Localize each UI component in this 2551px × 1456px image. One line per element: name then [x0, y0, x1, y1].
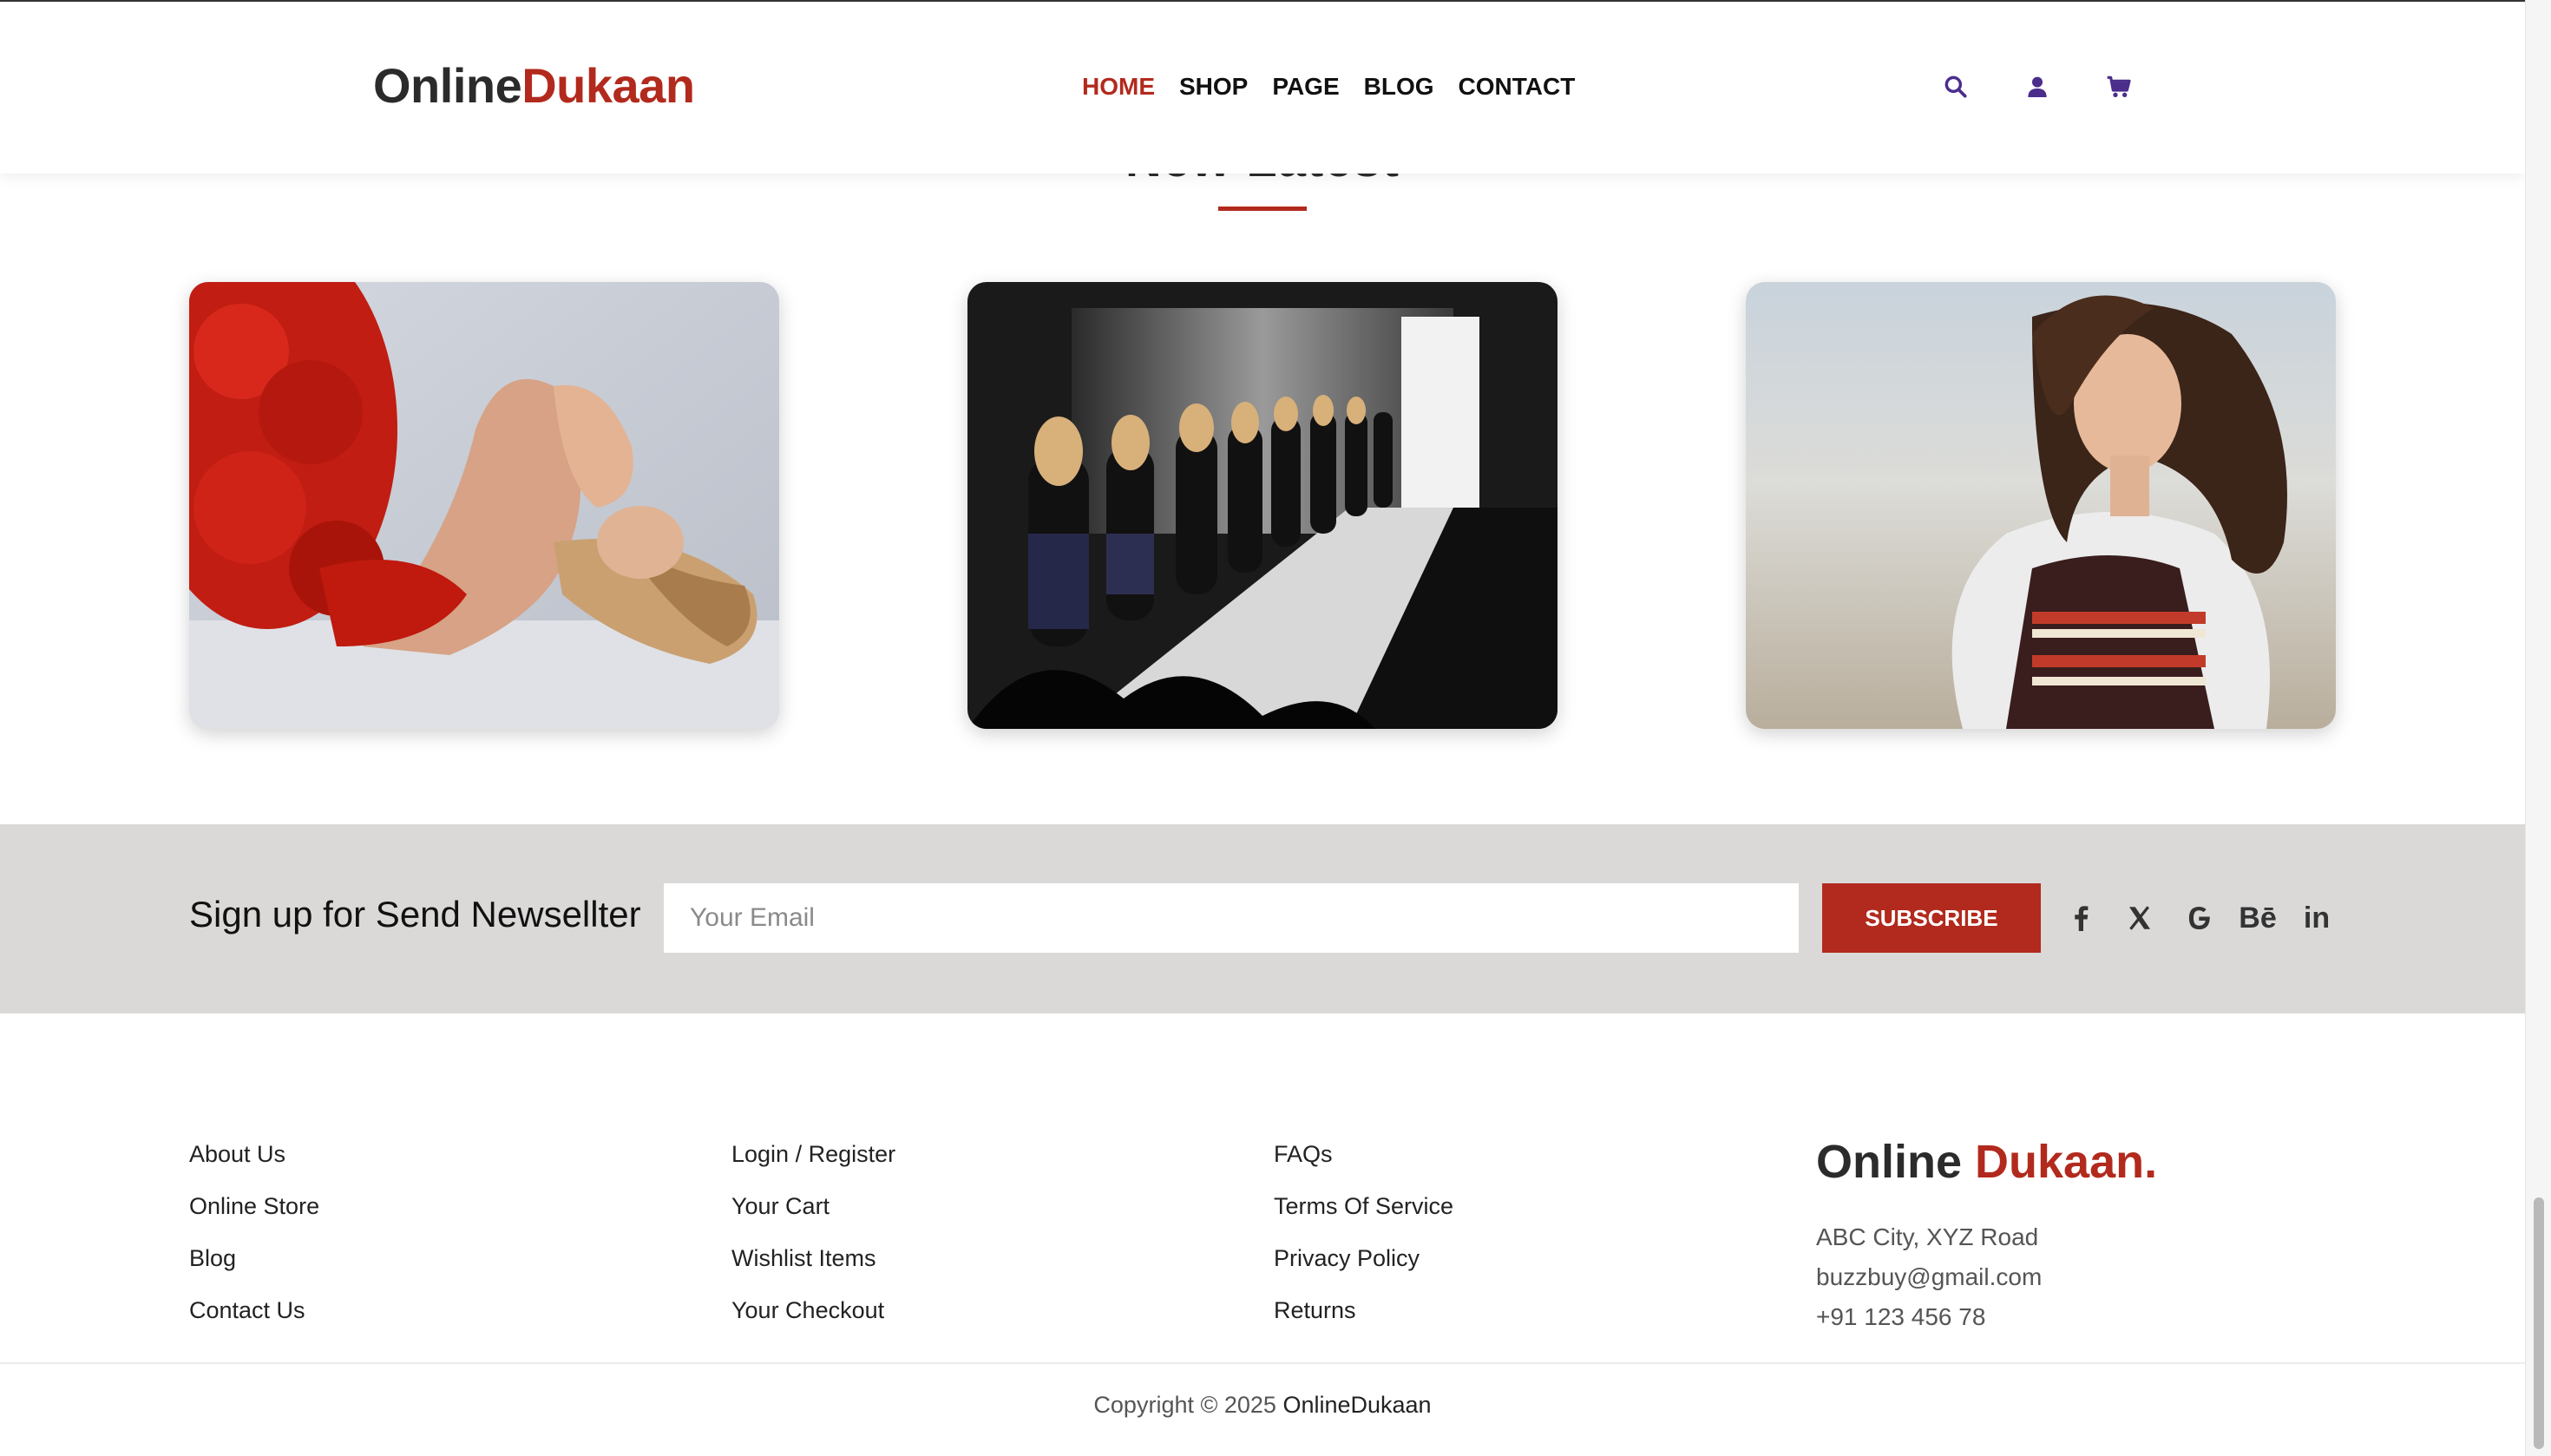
footer-link-checkout[interactable]: Your Checkout — [731, 1295, 895, 1347]
behance-icon[interactable]: Bē — [2239, 901, 2276, 935]
email-input[interactable] — [664, 883, 1799, 953]
newsletter-section: Sign up for Send Newsellter SUBSCRIBE Bē… — [0, 824, 2525, 1013]
site-logo[interactable]: OnlineDukaan — [373, 57, 695, 114]
scrollbar-thumb[interactable] — [2534, 1197, 2544, 1449]
footer-column-1: About Us Online Store Blog Contact Us — [189, 1138, 319, 1347]
footer-email: buzzbuy@gmail.com — [1816, 1263, 2043, 1290]
newsletter-title: Sign up for Send Newsellter — [189, 894, 641, 935]
footer-address: ABC City, XYZ Road — [1816, 1223, 2039, 1250]
nav-blog[interactable]: BLOG — [1364, 73, 1434, 101]
footer-logo[interactable]: Online Dukaan. — [1816, 1135, 2157, 1189]
footer-link-returns[interactable]: Returns — [1274, 1295, 1453, 1347]
logo-part-online: Online — [373, 58, 522, 113]
nav-shop[interactable]: SHOP — [1179, 73, 1248, 101]
x-icon[interactable] — [2122, 901, 2157, 935]
copyright: Copyright © 2025 OnlineDukaan — [0, 1392, 2525, 1419]
product-card-3[interactable] — [1746, 282, 2336, 729]
fashion-photo-beach-woman — [1746, 282, 2336, 729]
fashion-photo-runway — [967, 282, 1557, 729]
product-card-1[interactable] — [189, 282, 779, 729]
footer-link-wishlist[interactable]: Wishlist Items — [731, 1243, 895, 1295]
logo-part-dukaan: Dukaan — [521, 58, 695, 113]
heading-underline — [1218, 207, 1307, 211]
search-icon[interactable] — [1942, 73, 1970, 101]
subscribe-button[interactable]: SUBSCRIBE — [1822, 883, 2041, 953]
nav-page[interactable]: PAGE — [1272, 73, 1339, 101]
copyright-text: Copyright © 2025 — [1093, 1392, 1276, 1418]
footer-column-3: FAQs Terms Of Service Privacy Policy Ret… — [1274, 1138, 1453, 1347]
footer-logo-dukaan: Dukaan. — [1975, 1136, 2158, 1188]
main-nav: HOME SHOP PAGE BLOG CONTACT — [1082, 73, 1575, 101]
footer-link-about-us[interactable]: About Us — [189, 1138, 319, 1190]
cart-icon[interactable] — [2105, 73, 2133, 101]
page: New Latest — [0, 0, 2525, 1456]
footer-link-terms[interactable]: Terms Of Service — [1274, 1190, 1453, 1243]
footer-column-2: Login / Register Your Cart Wishlist Item… — [731, 1138, 895, 1347]
footer-link-faqs[interactable]: FAQs — [1274, 1138, 1453, 1190]
footer-divider — [0, 1362, 2525, 1364]
product-card-2[interactable] — [967, 282, 1557, 729]
page-scrollbar[interactable] — [2525, 0, 2551, 1456]
footer-link-blog[interactable]: Blog — [189, 1243, 319, 1295]
site-header: OnlineDukaan HOME SHOP PAGE BLOG CONTACT — [0, 0, 2525, 174]
google-icon[interactable] — [2181, 901, 2216, 935]
nav-home[interactable]: HOME — [1082, 73, 1155, 101]
footer-phone: +91 123 456 78 — [1816, 1303, 1986, 1330]
nav-contact[interactable]: CONTACT — [1459, 73, 1576, 101]
footer-link-online-store[interactable]: Online Store — [189, 1190, 319, 1243]
footer-link-your-cart[interactable]: Your Cart — [731, 1190, 895, 1243]
facebook-icon[interactable] — [2063, 901, 2098, 935]
linkedin-icon[interactable]: in — [2299, 901, 2334, 935]
footer-link-privacy[interactable]: Privacy Policy — [1274, 1243, 1453, 1295]
footer-logo-online: Online — [1816, 1136, 1963, 1188]
copyright-brand: OnlineDukaan — [1282, 1392, 1432, 1418]
fashion-photo-red-roses — [189, 282, 779, 729]
footer-link-login-register[interactable]: Login / Register — [731, 1138, 895, 1190]
footer-contact-info: ABC City, XYZ Road buzzbuy@gmail.com +91… — [1816, 1222, 2042, 1341]
footer-link-contact-us[interactable]: Contact Us — [189, 1295, 319, 1347]
user-icon[interactable] — [2023, 73, 2051, 101]
